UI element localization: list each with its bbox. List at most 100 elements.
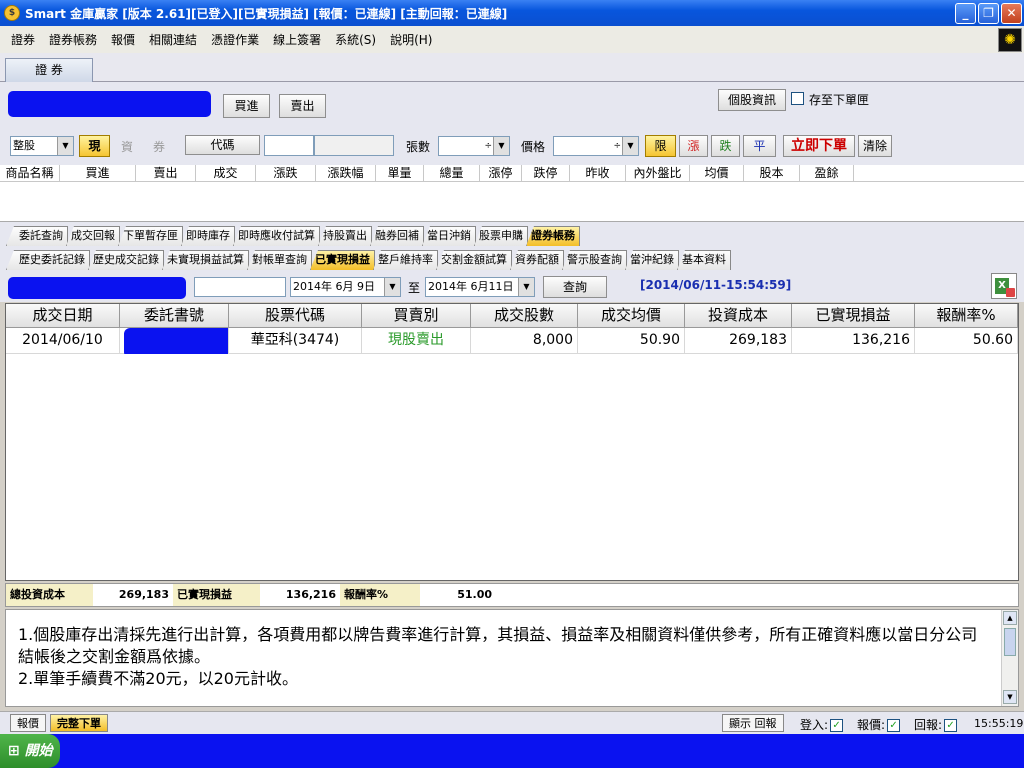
submit-order-button[interactable]: 立即下單 — [783, 135, 855, 157]
tab-warning-stocks[interactable]: 警示股查詢 — [562, 250, 627, 270]
notes-scrollbar[interactable]: ▲ ▼ — [1001, 610, 1018, 706]
tab-day-trade-record[interactable]: 當沖紀錄 — [625, 250, 679, 270]
stock-code-input[interactable] — [264, 135, 314, 156]
type-cash-button[interactable]: 現 — [79, 135, 110, 157]
login-status: 登入: ✓ — [800, 716, 844, 733]
up-price-button[interactable]: 漲 — [679, 135, 708, 157]
tab-securities[interactable]: 證 券 — [5, 58, 93, 82]
col-side[interactable]: 買賣別 — [362, 304, 471, 328]
tab-settlement-calc[interactable]: 即時應收付試算 — [233, 226, 320, 246]
tab-maintenance-ratio[interactable]: 整戶維持率 — [373, 250, 438, 270]
menu-help[interactable]: 說明(H) — [383, 31, 439, 48]
tab-settlement-amount[interactable]: 交割金額試算 — [436, 250, 512, 270]
menu-quotes[interactable]: 報價 — [104, 31, 142, 48]
menu-accounts[interactable]: 證券帳務 — [42, 31, 104, 48]
stock-name-display — [314, 135, 394, 156]
tab-history-orders[interactable]: 歷史委託記錄 — [6, 250, 90, 270]
order-no-redacted — [124, 328, 228, 354]
menu-system[interactable]: 系統(S) — [328, 31, 383, 48]
col-avg-price[interactable]: 成交均價 — [578, 304, 685, 328]
minimize-icon[interactable]: _ — [955, 3, 976, 24]
tab-unrealized-pnl[interactable]: 未實現損益試算 — [162, 250, 249, 270]
tab-sell-holdings[interactable]: 持股賣出 — [318, 226, 372, 246]
notes-panel[interactable]: 1.個股庫存出清採先進行出計算，各項費用都以牌告費率進行計算，其損益、損益率及相… — [5, 609, 1019, 707]
trade-unit-select[interactable]: 整股 ▼ — [10, 136, 74, 156]
col-stock-code[interactable]: 股票代碼 — [229, 304, 362, 328]
tab-order-query[interactable]: 委託查詢 — [6, 226, 68, 246]
tab-day-trade[interactable]: 當日沖銷 — [422, 226, 476, 246]
col-realized-pnl[interactable]: 已實現損益 — [792, 304, 915, 328]
spin-icon[interactable]: ÷ — [484, 137, 492, 155]
date-from-picker[interactable]: 2014年 6月 9日 ▼ — [290, 277, 401, 297]
flat-price-button[interactable]: 平 — [743, 135, 776, 157]
col-return-rate[interactable]: 報酬率% — [915, 304, 1018, 328]
cell-avg-price: 50.90 — [578, 328, 685, 354]
windows-logo-icon: ⊞ — [8, 743, 20, 759]
tabs-row-2: 歷史委託記錄 歷史成交記錄 未實現損益試算 對帳單查詢 已實現損益 整戶維持率 … — [0, 246, 1024, 270]
notes-text: 1.個股庫存出清採先進行出計算，各項費用都以牌告費率進行計算，其損益、損益率及相… — [18, 624, 993, 690]
type-margin-button[interactable]: 資 — [121, 138, 133, 155]
tab-short-cover[interactable]: 融券回補 — [370, 226, 424, 246]
summary-pnl-value: 136,216 — [285, 588, 336, 601]
table-row[interactable]: 2014/06/10 華亞科(3474) 現股賣出 8,000 50.90 26… — [6, 328, 1018, 354]
col-trade-date[interactable]: 成交日期 — [6, 304, 120, 328]
tab-basic-info[interactable]: 基本資料 — [677, 250, 731, 270]
lightbulb-icon[interactable]: ✺ — [998, 28, 1022, 52]
save-to-pending-checkbox[interactable] — [791, 92, 804, 105]
quote-status: 報價: ✓ — [857, 716, 901, 733]
start-button[interactable]: ⊞ 開始 — [0, 734, 60, 768]
tab-realtime-inventory[interactable]: 即時庫存 — [181, 226, 235, 246]
buy-button[interactable]: 買進 — [223, 94, 270, 118]
excel-export-icon[interactable]: X — [991, 273, 1017, 299]
tab-statement-query[interactable]: 對帳單查詢 — [247, 250, 312, 270]
date-to-picker[interactable]: 2014年 6月11日 ▼ — [425, 277, 535, 297]
chevron-down-icon: ▼ — [57, 137, 73, 155]
quote-col: 昨收 — [570, 165, 626, 182]
scroll-down-icon[interactable]: ▼ — [1003, 690, 1017, 704]
sell-button[interactable]: 賣出 — [279, 94, 326, 118]
tab-history-fills[interactable]: 歷史成交記錄 — [88, 250, 164, 270]
spin-icon[interactable]: ÷ — [613, 137, 621, 155]
cell-cost: 269,183 — [685, 328, 792, 354]
col-order-no[interactable]: 委託書號 — [120, 304, 229, 328]
tab-full-order[interactable]: 完整下單 — [50, 714, 108, 732]
scroll-thumb[interactable] — [1004, 628, 1016, 656]
show-report-button[interactable]: 顯示 回報 — [722, 714, 784, 732]
lots-label: 張數 — [406, 140, 431, 154]
down-price-button[interactable]: 跌 — [711, 135, 740, 157]
order-panel: 買進 賣出 個股資訊 存至下單匣 整股 ▼ 現 資 券 代碼 張數 ÷ ▼ 價格 … — [0, 82, 1024, 165]
account-redacted — [8, 91, 211, 117]
code-button[interactable]: 代碼 — [185, 135, 260, 155]
cell-trade-date: 2014/06/10 — [6, 328, 120, 354]
menu-online-sign[interactable]: 線上簽署 — [266, 31, 328, 48]
tab-securities-account[interactable]: 證券帳務 — [526, 226, 580, 246]
menu-securities[interactable]: 證券 — [4, 31, 42, 48]
menu-links[interactable]: 相關連結 — [142, 31, 204, 48]
chevron-down-icon[interactable]: ▼ — [493, 137, 509, 155]
menu-certificate[interactable]: 憑證作業 — [204, 31, 266, 48]
col-cost[interactable]: 投資成本 — [685, 304, 792, 328]
price-stepper[interactable]: ÷ ▼ — [553, 136, 639, 156]
tab-realized-pnl[interactable]: 已實現損益 — [310, 250, 375, 270]
stock-info-button[interactable]: 個股資訊 — [718, 89, 786, 111]
limit-button[interactable]: 限 — [645, 135, 676, 157]
col-qty[interactable]: 成交股數 — [471, 304, 578, 328]
chevron-down-icon: ▼ — [384, 278, 400, 296]
tab-ipo-subscription[interactable]: 股票申購 — [474, 226, 528, 246]
tab-pending-orders[interactable]: 下單暫存匣 — [118, 226, 183, 246]
notes-line-1: 1.個股庫存出清採先進行出計算，各項費用都以牌告費率進行計算，其損益、損益率及相… — [18, 625, 978, 644]
query-button[interactable]: 查詢 — [543, 276, 607, 298]
close-icon[interactable]: ✕ — [1001, 3, 1022, 24]
chevron-down-icon[interactable]: ▼ — [622, 137, 638, 155]
quote-header: 商品名稱 買進 賣出 成交 漲跌 漲跌幅 單量 總量 漲停 跌停 昨收 內外盤比… — [0, 165, 1024, 182]
restore-icon[interactable]: ❐ — [978, 3, 999, 24]
lots-stepper[interactable]: ÷ ▼ — [438, 136, 510, 156]
scroll-up-icon[interactable]: ▲ — [1003, 611, 1017, 625]
type-short-button[interactable]: 券 — [153, 138, 165, 155]
summary-ret-label: 報酬率% — [340, 584, 420, 606]
tab-fill-report[interactable]: 成交回報 — [66, 226, 120, 246]
tab-margin-quota[interactable]: 資券配額 — [510, 250, 564, 270]
clear-button[interactable]: 清除 — [858, 135, 892, 157]
tab-quote-view[interactable]: 報價 — [10, 714, 46, 732]
stock-filter-input[interactable] — [194, 277, 286, 297]
